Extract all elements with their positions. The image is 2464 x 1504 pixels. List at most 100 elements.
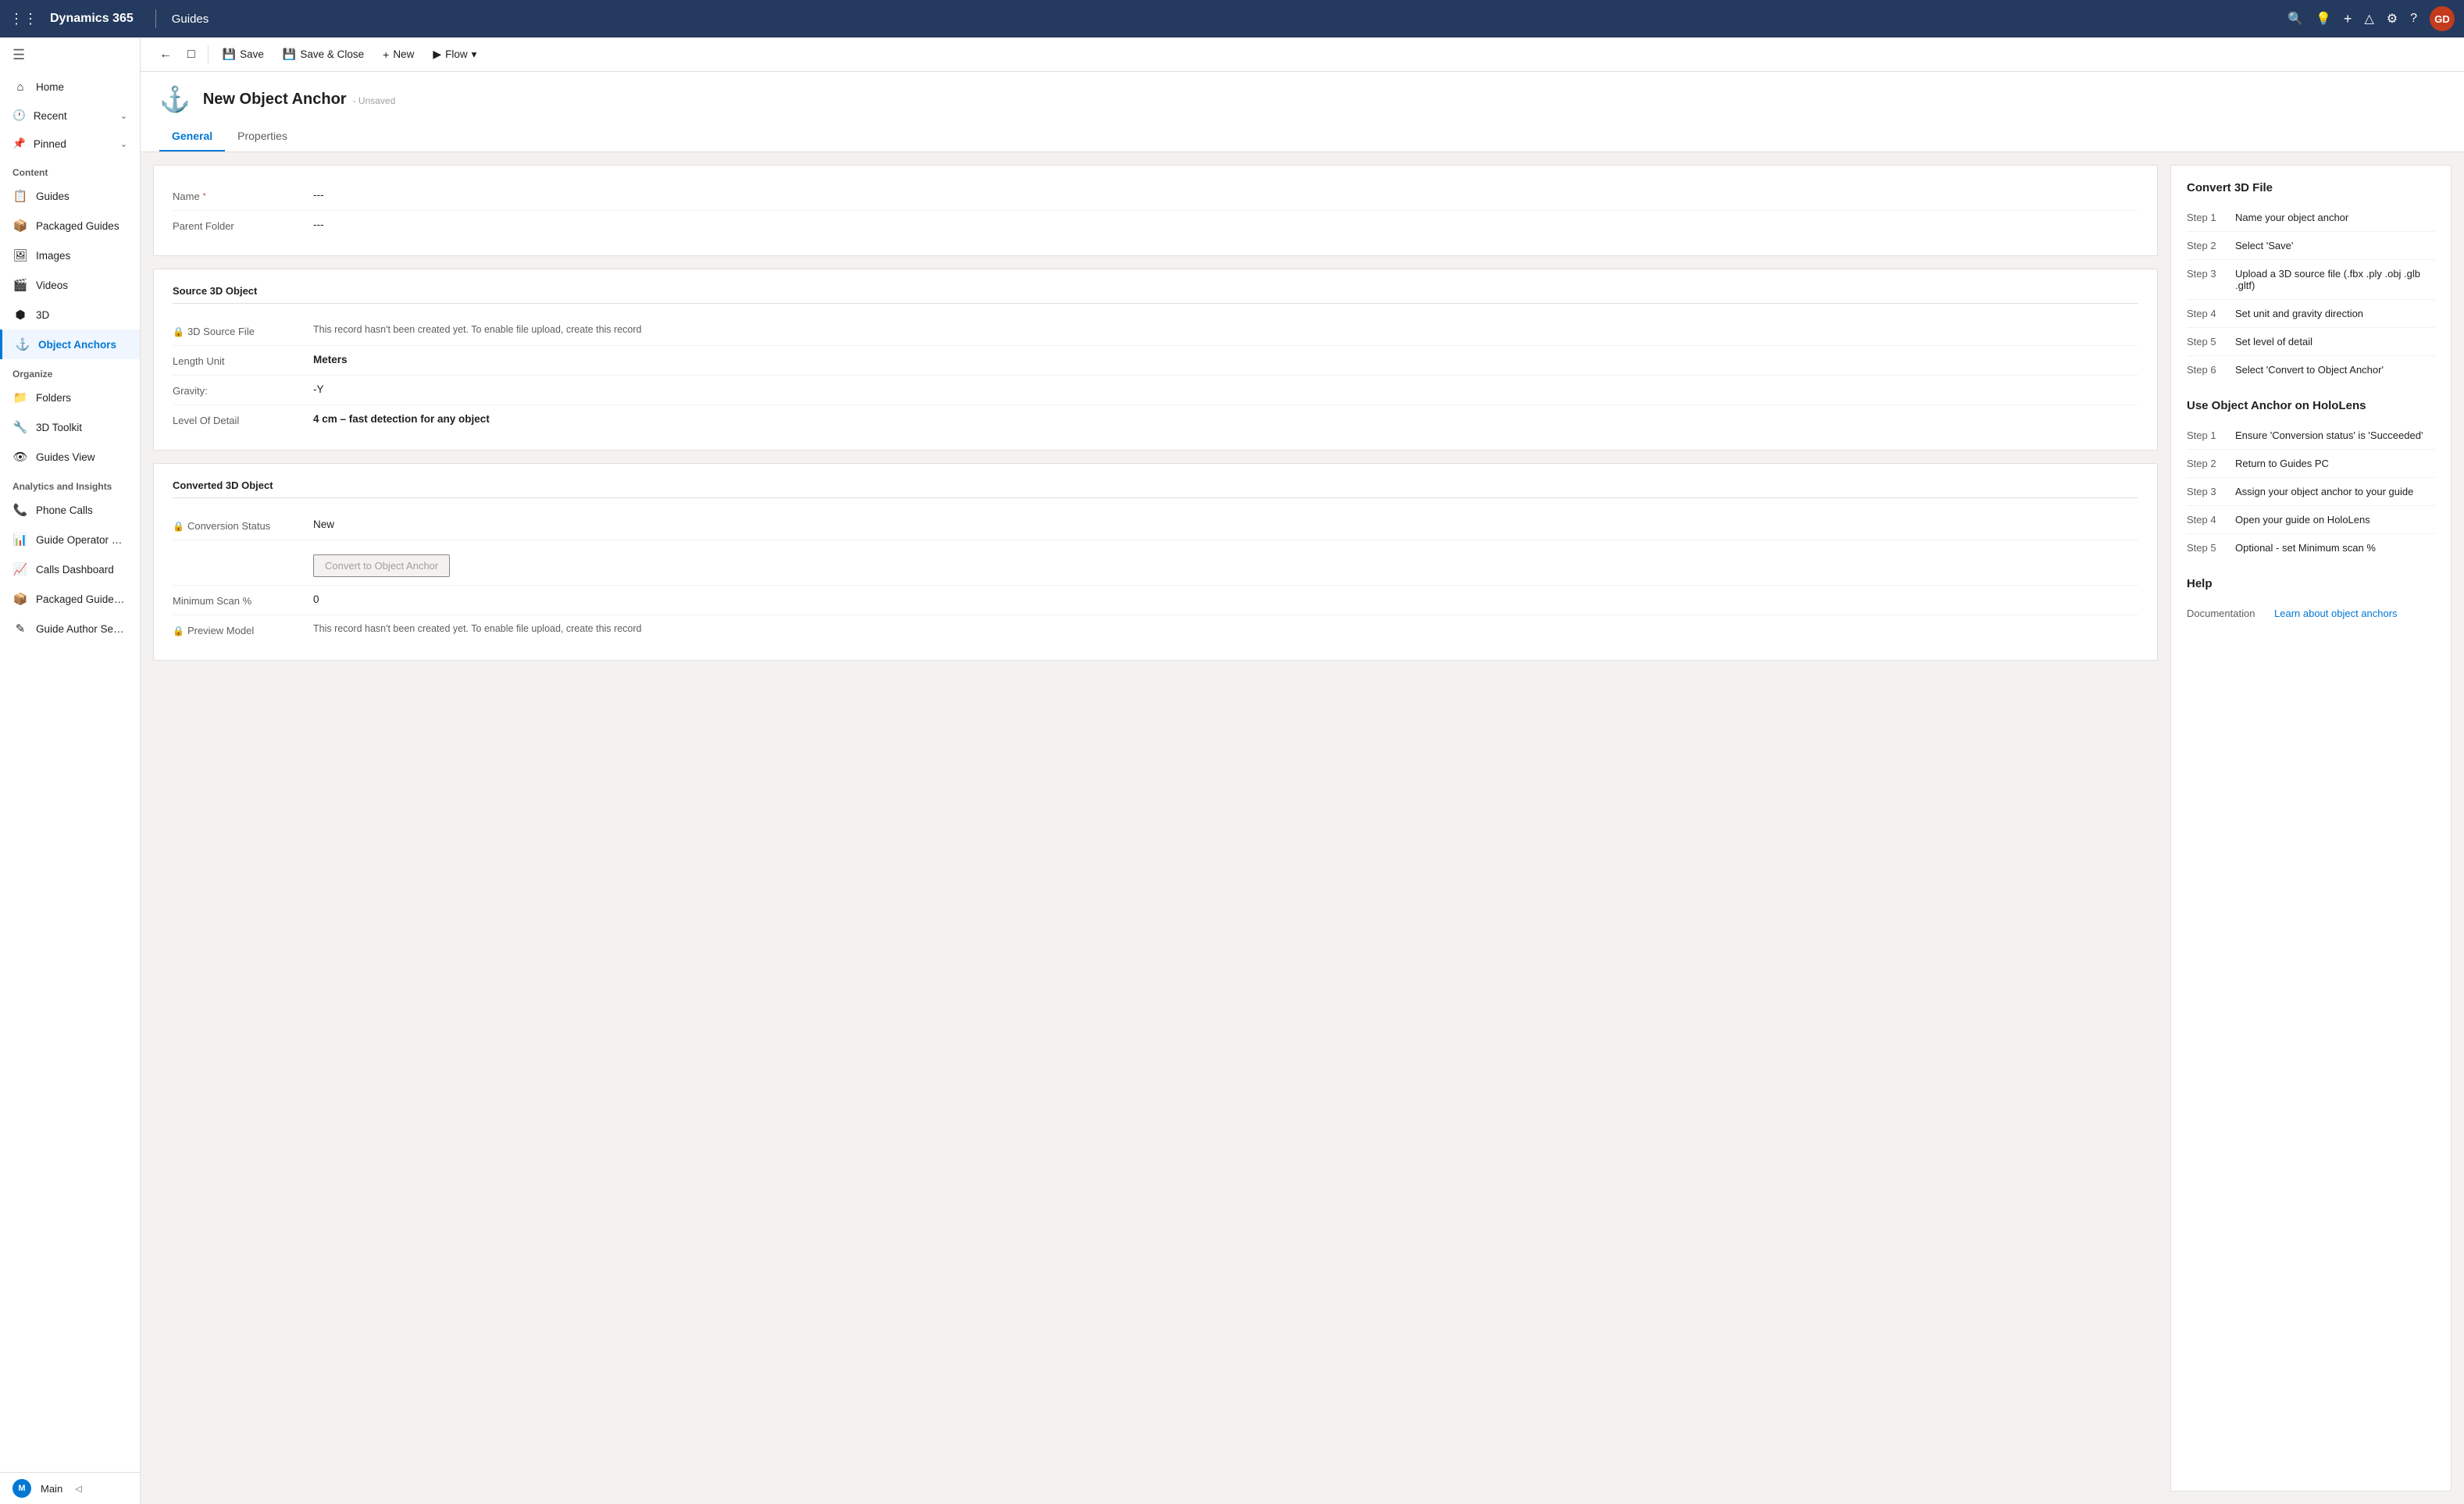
hololens-step-5-text: Optional - set Minimum scan % — [2235, 542, 2376, 554]
save-close-button[interactable]: 💾 Save & Close — [275, 43, 372, 66]
required-indicator: * — [203, 192, 206, 201]
sidebar-label-guide-operator: Guide Operator Sessi... — [36, 534, 127, 546]
minimum-scan-row: Minimum Scan % 0 — [173, 586, 2138, 615]
convert-step-2: Step 2 Select 'Save' — [2187, 232, 2435, 260]
nav-divider — [155, 9, 156, 28]
filter-icon[interactable]: △ — [2364, 11, 2373, 27]
lightbulb-icon[interactable]: 💡 — [2316, 11, 2331, 27]
preview-model-row: 🔒 Preview Model This record hasn't been … — [173, 615, 2138, 644]
sidebar-item-guide-operator[interactable]: 📊 Guide Operator Sessi... — [0, 525, 140, 554]
parent-folder-value[interactable]: --- — [313, 219, 2138, 230]
author-icon: ✎ — [12, 622, 28, 636]
page-subtitle: - Unsaved — [353, 95, 396, 106]
sidebar-label-pinned: Pinned — [34, 138, 66, 150]
convert-step-2-text: Select 'Save' — [2235, 240, 2293, 251]
phone-icon: 📞 — [12, 503, 28, 517]
sidebar-item-guide-author[interactable]: ✎ Guide Author Sessions — [0, 614, 140, 643]
sidebar-label-packaged-guides-op: Packaged Guides Op... — [36, 593, 127, 605]
use-on-hololens-title: Use Object Anchor on HoloLens — [2187, 399, 2435, 412]
flow-icon: ▶ — [433, 48, 441, 61]
refresh-button[interactable]: □ — [181, 43, 201, 66]
page-title: New Object Anchor — [203, 91, 347, 109]
sidebar-item-phone-calls[interactable]: 📞 Phone Calls — [0, 495, 140, 525]
convert-step-2-label: Step 2 — [2187, 240, 2226, 251]
top-navigation: ⋮⋮ Dynamics 365 Guides 🔍 💡 + △ ⚙ ? GD — [0, 0, 2464, 37]
length-unit-value[interactable]: Meters — [313, 354, 2138, 365]
sidebar-toggle[interactable]: ☰ — [0, 37, 140, 73]
help-icon[interactable]: ? — [2410, 12, 2417, 26]
sidebar-label-home: Home — [36, 81, 64, 93]
packaged-guides-icon: 📦 — [12, 219, 28, 233]
length-unit-row: Length Unit Meters — [173, 346, 2138, 376]
sidebar-item-object-anchors[interactable]: ⚓ Object Anchors — [0, 330, 140, 359]
toolkit-icon: 🔧 — [12, 420, 28, 434]
videos-icon: 🎬 — [12, 278, 28, 292]
sidebar-label-videos: Videos — [36, 280, 68, 291]
sidebar-item-packaged-guides[interactable]: 📦 Packaged Guides — [0, 211, 140, 241]
sidebar-item-guides[interactable]: 📋 Guides — [0, 181, 140, 211]
lock-icon: 🔒 — [173, 326, 184, 337]
sidebar-item-3d-toolkit[interactable]: 🔧 3D Toolkit — [0, 412, 140, 442]
level-of-detail-row: Level Of Detail 4 cm – fast detection fo… — [173, 405, 2138, 434]
sidebar-item-recent[interactable]: 🕐 Recent ⌄ — [0, 102, 140, 130]
sidebar-item-home[interactable]: ⌂ Home — [0, 73, 140, 102]
add-icon[interactable]: + — [2344, 11, 2352, 27]
3d-icon: ⬢ — [12, 308, 28, 322]
tab-general[interactable]: General — [159, 123, 225, 151]
convert-3d-file-title: Convert 3D File — [2187, 181, 2435, 194]
gravity-row: Gravity: -Y — [173, 376, 2138, 405]
convert-step-3: Step 3 Upload a 3D source file (.fbx .pl… — [2187, 260, 2435, 300]
save-button[interactable]: 💾 Save — [215, 43, 272, 66]
flow-button[interactable]: ▶ Flow ▾ — [425, 43, 484, 66]
page-header: ⚓ New Object Anchor - Unsaved General Pr… — [141, 72, 2464, 152]
hololens-step-1-label: Step 1 — [2187, 429, 2226, 441]
conversion-status-row: 🔒 Conversion Status New — [173, 511, 2138, 540]
sidebar-item-pinned[interactable]: 📌 Pinned ⌄ — [0, 130, 140, 158]
sidebar-label-object-anchors: Object Anchors — [38, 339, 116, 351]
hololens-step-5-label: Step 5 — [2187, 542, 2226, 554]
pinned-chevron-icon: ⌄ — [120, 139, 127, 149]
environment-bar[interactable]: M Main ◁ — [0, 1472, 140, 1504]
minimum-scan-label: Minimum Scan % — [173, 593, 313, 607]
preview-lock-icon: 🔒 — [173, 625, 184, 636]
hololens-step-2-label: Step 2 — [2187, 458, 2226, 469]
convert-to-object-anchor-button[interactable]: Convert to Object Anchor — [313, 554, 450, 577]
toolbar-divider-1 — [208, 45, 209, 64]
section-analytics-label: Analytics and Insights — [0, 472, 140, 495]
grid-icon[interactable]: ⋮⋮ — [9, 11, 37, 27]
sidebar-label-images: Images — [36, 250, 70, 262]
learn-about-object-anchors-link[interactable]: Learn about object anchors — [2274, 608, 2398, 619]
sidebar-item-videos[interactable]: 🎬 Videos — [0, 270, 140, 300]
main-content: ← □ 💾 Save 💾 Save & Close + New ▶ Flow ▾ — [141, 37, 2464, 1504]
save-close-label: Save & Close — [300, 48, 364, 60]
gravity-value[interactable]: -Y — [313, 383, 2138, 395]
level-of-detail-value[interactable]: 4 cm – fast detection for any object — [313, 413, 2138, 425]
page-body: ⚓ New Object Anchor - Unsaved General Pr… — [141, 72, 2464, 1504]
hololens-step-1-text: Ensure 'Conversion status' is 'Succeeded… — [2235, 429, 2423, 441]
hololens-step-4-label: Step 4 — [2187, 514, 2226, 526]
sidebar-label-packaged-guides: Packaged Guides — [36, 220, 119, 232]
sidebar-item-calls-dashboard[interactable]: 📈 Calls Dashboard — [0, 554, 140, 584]
search-icon[interactable]: 🔍 — [2287, 11, 2303, 27]
preview-model-value: This record hasn't been created yet. To … — [313, 623, 2138, 634]
sidebar-item-packaged-guides-op[interactable]: 📦 Packaged Guides Op... — [0, 584, 140, 614]
settings-icon[interactable]: ⚙ — [2387, 11, 2398, 27]
sidebar-item-images[interactable]: 🖼 Images — [0, 241, 140, 270]
convert-btn-label-spacer — [173, 548, 313, 550]
minimum-scan-value[interactable]: 0 — [313, 593, 2138, 605]
name-value[interactable]: --- — [313, 189, 2138, 201]
sidebar-item-guides-view[interactable]: 👁 Guides View — [0, 442, 140, 472]
back-button[interactable]: ← — [153, 43, 178, 66]
length-unit-label: Length Unit — [173, 354, 313, 367]
preview-model-label: 🔒 Preview Model — [173, 623, 313, 636]
guides-view-icon: 👁 — [12, 450, 28, 464]
converted-3d-title: Converted 3D Object — [173, 479, 2138, 498]
sidebar-item-3d[interactable]: ⬢ 3D — [0, 300, 140, 330]
save-label: Save — [240, 48, 264, 60]
sidebar-item-folders[interactable]: 📁 Folders — [0, 383, 140, 412]
sub-app-title[interactable]: Guides — [172, 12, 209, 26]
new-button[interactable]: + New — [375, 44, 422, 66]
tab-properties[interactable]: Properties — [225, 123, 300, 151]
user-avatar[interactable]: GD — [2430, 6, 2455, 31]
sidebar-label-guides: Guides — [36, 191, 70, 202]
